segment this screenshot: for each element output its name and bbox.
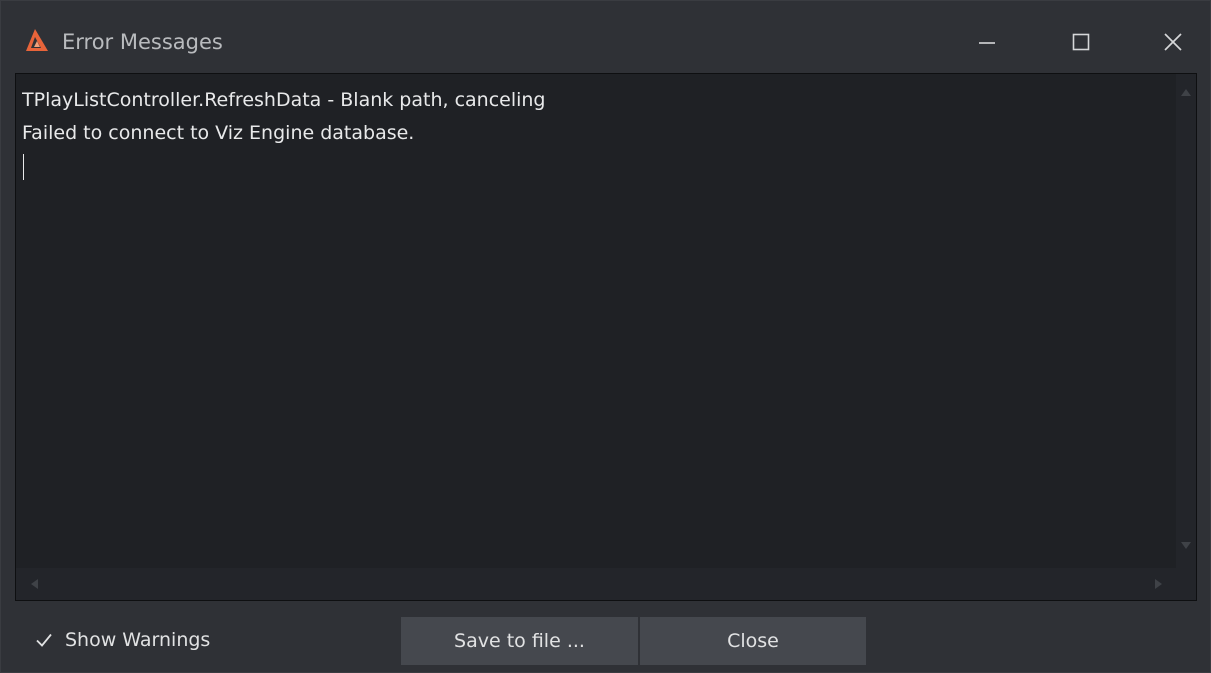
- show-warnings-checkbox[interactable]: Show Warnings: [35, 625, 210, 655]
- window-title: Error Messages: [62, 30, 223, 54]
- scroll-right-arrow-icon[interactable]: [1155, 579, 1162, 589]
- scroll-down-arrow-icon[interactable]: [1181, 542, 1191, 549]
- maximize-button[interactable]: [1057, 21, 1105, 63]
- close-button[interactable]: Close: [640, 617, 866, 665]
- save-to-file-button[interactable]: Save to file ...: [401, 617, 639, 665]
- text-caret-line: [22, 150, 1172, 183]
- scroll-left-arrow-icon[interactable]: [31, 579, 38, 589]
- scrollbar-corner: [1176, 568, 1196, 600]
- scroll-up-arrow-icon[interactable]: [1181, 89, 1191, 96]
- minimize-button[interactable]: [963, 21, 1011, 63]
- close-icon: [1164, 33, 1182, 51]
- vertical-scrollbar[interactable]: [1176, 74, 1196, 568]
- error-log-textarea[interactable]: TPlayListController.RefreshData - Blank …: [15, 73, 1197, 601]
- dialog-footer: Show Warnings Save to file ... Close: [1, 604, 1210, 672]
- maximize-icon: [1072, 33, 1090, 51]
- log-line: Failed to connect to Viz Engine database…: [22, 122, 415, 144]
- minimize-icon: [978, 33, 996, 51]
- error-log-content[interactable]: TPlayListController.RefreshData - Blank …: [22, 84, 1172, 566]
- log-line: TPlayListController.RefreshData - Blank …: [22, 89, 546, 111]
- close-window-button[interactable]: [1149, 21, 1197, 63]
- error-messages-window: Error Messages TPlayListController.Refre…: [0, 0, 1211, 673]
- horizontal-scrollbar[interactable]: [16, 568, 1176, 600]
- app-logo-icon: [25, 28, 49, 52]
- show-warnings-label: Show Warnings: [65, 629, 211, 651]
- text-caret: [23, 154, 24, 180]
- checkmark-icon: [35, 631, 53, 649]
- title-bar[interactable]: Error Messages: [1, 1, 1210, 69]
